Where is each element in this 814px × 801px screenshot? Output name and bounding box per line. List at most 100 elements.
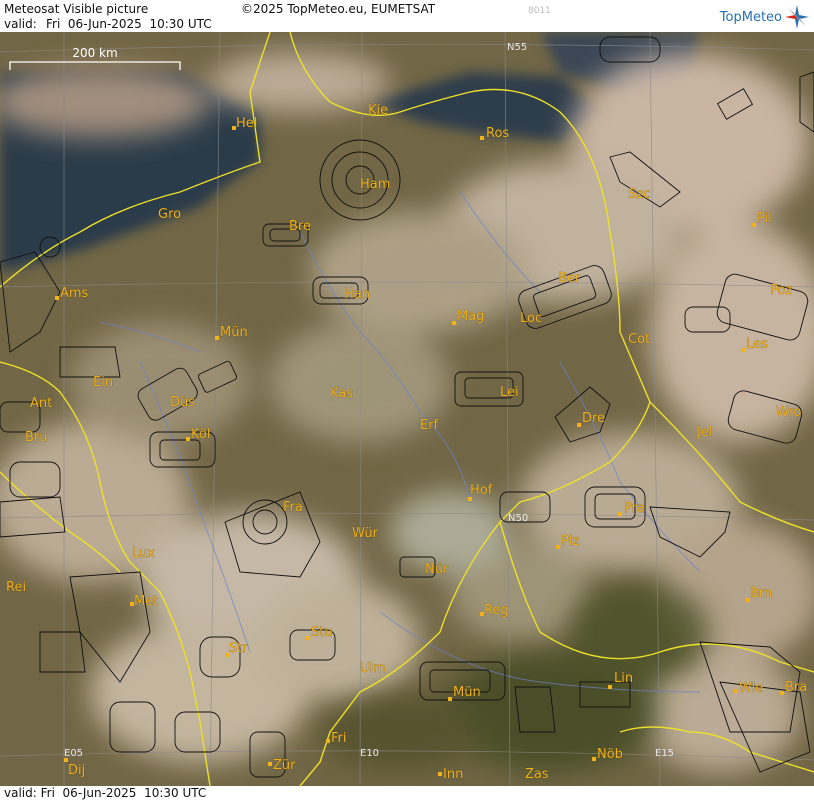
svg-text:Ros: Ros: [486, 126, 509, 141]
city-nob: Nöb: [592, 747, 623, 762]
svg-text:Reg: Reg: [484, 603, 509, 618]
city-bre: Bre: [289, 219, 312, 235]
topmeteo-logo[interactable]: TopMeteo: [720, 3, 810, 31]
grid-label-n50: N50: [508, 513, 528, 524]
city-cot: Cot: [628, 332, 651, 348]
compass-star-icon: [785, 5, 809, 29]
city-han: Han: [344, 287, 371, 303]
svg-text:Pil: Pil: [757, 211, 772, 226]
valid-time: Fri 06-Jun-2025 10:30 UTC: [46, 17, 212, 31]
city-loc: Loc: [520, 311, 543, 327]
valid-label: valid:: [4, 17, 37, 31]
city-ber: Ber: [558, 271, 582, 287]
svg-text:Kas: Kas: [330, 386, 353, 401]
city-mun-s: Mün: [448, 685, 481, 701]
footer-valid: valid: Fri 06-Jun-2025 10:30 UTC: [4, 786, 206, 801]
footer-valid-time: Fri 06-Jun-2025 10:30 UTC: [40, 786, 207, 800]
satellite-image[interactable]: 200 km N55 E05 E10 E15 Hel Kie Ros Ham S…: [0, 32, 814, 786]
svg-text:Ams: Ams: [60, 286, 89, 301]
city-rei: Rei: [6, 580, 27, 596]
svg-text:Fra: Fra: [283, 500, 303, 515]
product-title: Meteosat Visible picture: [4, 2, 149, 16]
footer-bar: valid: Fri 06-Jun-2025 10:30 UTC: [0, 786, 814, 801]
svg-text:Str: Str: [229, 641, 248, 656]
image-code: 8011: [528, 6, 551, 16]
svg-text:Nöb: Nöb: [597, 747, 623, 762]
svg-text:Inn: Inn: [443, 767, 463, 782]
city-ant: Ant: [30, 396, 53, 412]
svg-text:Zas: Zas: [525, 767, 549, 782]
svg-text:Met: Met: [134, 594, 158, 609]
city-reg: Reg: [480, 603, 509, 618]
svg-text:Ein: Ein: [93, 375, 113, 390]
svg-text:Han: Han: [344, 287, 370, 302]
svg-text:Mag: Mag: [457, 309, 484, 324]
svg-text:Brn: Brn: [750, 586, 772, 601]
city-met: Met: [130, 594, 159, 609]
svg-text:Lux: Lux: [132, 546, 155, 561]
svg-text:Les: Les: [746, 337, 768, 352]
city-erf: Erf: [420, 418, 439, 434]
satellite-map-viewer: Meteosat Visible picture ©2025 TopMeteo.…: [0, 0, 814, 801]
city-mun-n: Mün: [215, 325, 248, 340]
city-kas: Kas: [330, 386, 354, 402]
city-bru: Bru: [25, 430, 48, 446]
svg-text:Bru: Bru: [25, 430, 48, 445]
svg-text:Ant: Ant: [30, 396, 52, 411]
city-zas: Zas: [525, 767, 549, 783]
logo-text: TopMeteo: [719, 9, 782, 25]
svg-text:Poz: Poz: [770, 283, 792, 298]
city-zur: Zür: [268, 758, 296, 773]
city-lux: Lux: [132, 546, 156, 562]
city-nur: Nür: [425, 562, 450, 578]
city-gro: Gro: [158, 207, 182, 223]
svg-text:Hel: Hel: [236, 116, 257, 131]
svg-text:Düs: Düs: [170, 395, 195, 410]
city-les: Les: [741, 337, 768, 352]
header-bar: Meteosat Visible picture ©2025 TopMeteo.…: [0, 0, 814, 32]
city-fra: Fra: [283, 500, 303, 516]
svg-text:Dre: Dre: [582, 411, 605, 426]
grid-label-e05: E05: [64, 748, 83, 759]
city-ein: Ein: [93, 375, 114, 391]
svg-text:Nür: Nür: [425, 562, 449, 577]
svg-text:Dij: Dij: [68, 763, 85, 778]
svg-text:Ham: Ham: [360, 177, 390, 192]
svg-text:Szc: Szc: [628, 187, 650, 202]
svg-text:Jel: Jel: [696, 425, 712, 440]
svg-text:Lin: Lin: [614, 671, 633, 686]
svg-text:Wie: Wie: [739, 681, 763, 696]
svg-text:Zür: Zür: [273, 758, 296, 773]
svg-text:Köl: Köl: [191, 427, 210, 442]
svg-text:N50: N50: [508, 513, 528, 524]
city-jel: Jel: [696, 425, 713, 441]
city-dre: Dre: [577, 411, 605, 427]
city-dus: Düs: [170, 395, 196, 411]
footer-valid-label: valid:: [4, 786, 37, 800]
city-str: Str: [225, 641, 249, 657]
city-lei: Lei: [500, 385, 519, 401]
svg-text:Hof: Hof: [470, 483, 493, 498]
svg-text:Ulm: Ulm: [360, 661, 386, 676]
grid-label-e10: E10: [360, 748, 379, 759]
city-wro: Wro: [776, 405, 802, 421]
svg-text:Cot: Cot: [628, 332, 650, 347]
svg-text:Loc: Loc: [520, 311, 542, 326]
copyright-text: ©2025 TopMeteo.eu, EUMETSAT: [241, 2, 436, 16]
svg-text:Stu: Stu: [311, 625, 333, 640]
svg-text:Pra: Pra: [624, 501, 645, 516]
city-ams: Ams: [55, 286, 89, 301]
grid-label-n55: N55: [507, 42, 527, 53]
grid-label-e15: E15: [655, 748, 674, 759]
svg-text:Wro: Wro: [776, 405, 801, 420]
city-bra: Bra: [780, 680, 808, 695]
svg-text:Mün: Mün: [220, 325, 248, 340]
city-ulm: Ulm: [360, 661, 386, 677]
city-poz: Poz: [770, 283, 793, 299]
city-wur: Wür: [352, 526, 379, 542]
city-szc: Szc: [628, 187, 651, 203]
svg-text:Ber: Ber: [558, 271, 581, 286]
city-hel: Hel: [232, 116, 258, 131]
svg-text:Plz: Plz: [561, 534, 579, 549]
svg-text:Bra: Bra: [785, 680, 807, 695]
